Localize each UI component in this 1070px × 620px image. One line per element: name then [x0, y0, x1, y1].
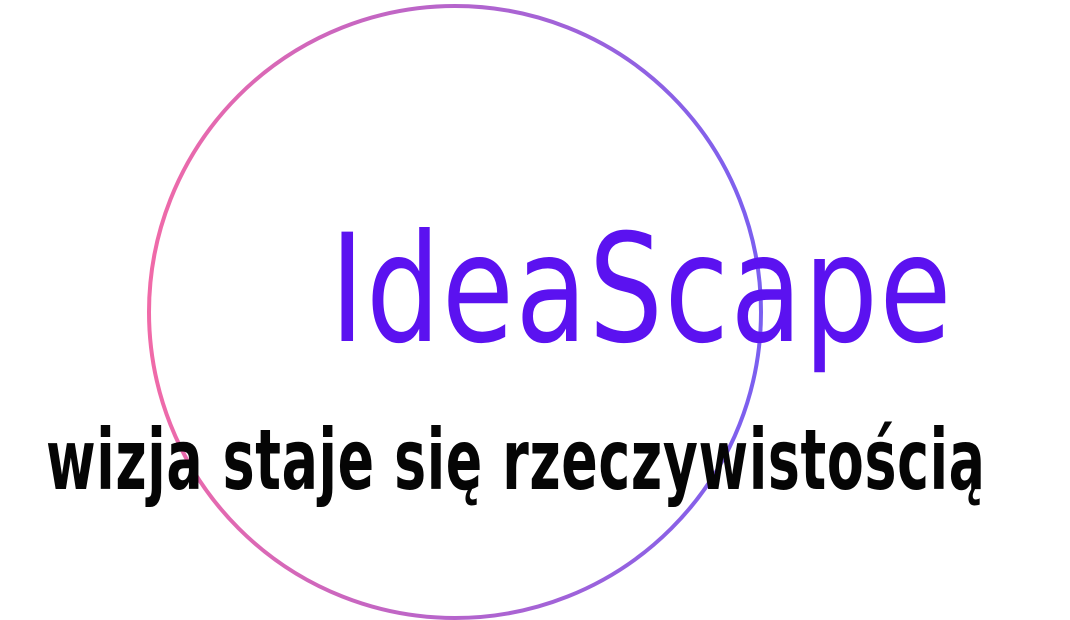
logo-canvas: IdeaScape wizja staje się rzeczywistości… — [0, 0, 1070, 620]
brand-name: IdeaScape — [330, 203, 954, 377]
tagline: wizja staje się rzeczywistością — [46, 411, 986, 509]
